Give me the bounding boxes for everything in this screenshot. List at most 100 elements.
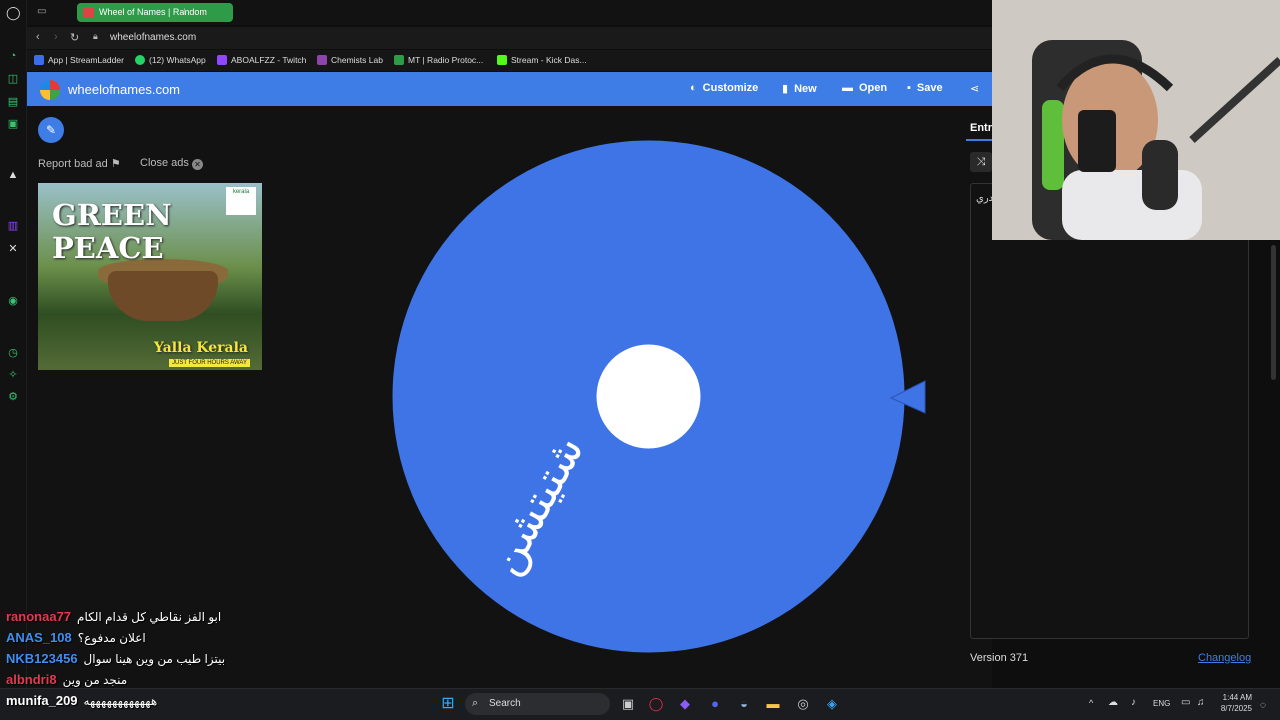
wallet-icon[interactable]: ▤ bbox=[6, 95, 20, 109]
taskbar-search[interactable] bbox=[465, 693, 610, 715]
new-button[interactable]: ▮ New bbox=[782, 82, 817, 95]
search-icon: ⌕ bbox=[472, 697, 479, 709]
task-view-icon[interactable]: ▣ bbox=[619, 695, 637, 713]
shuffle-button[interactable]: ⤨ bbox=[970, 152, 992, 172]
entries-text: دري bbox=[976, 193, 994, 204]
open-button[interactable]: ▬ Open bbox=[842, 82, 887, 94]
chat-message: NKB123456 بيتزا طيب من وين هينا سوال bbox=[6, 651, 226, 666]
chat-message: albndri8 منجد من وين bbox=[6, 672, 128, 687]
app-diamond-icon[interactable]: ◆ bbox=[676, 695, 694, 713]
windows-taskbar bbox=[0, 688, 1280, 720]
chat-message: ranonaa77 ابو الفز نقاطي كل قدام الكام bbox=[6, 609, 222, 624]
windows-start-icon[interactable]: ⊞ bbox=[439, 695, 457, 713]
lock-icon: 🔒︎ bbox=[93, 31, 98, 41]
discord-icon[interactable]: ● bbox=[706, 695, 724, 713]
ad-badge: kerala bbox=[226, 187, 256, 215]
extensions-icon[interactable]: ✧ bbox=[6, 368, 20, 382]
chat-message: ANAS_108 اعلان مدفوع؟ bbox=[6, 630, 146, 645]
onedrive-icon[interactable]: ☁ bbox=[1108, 697, 1118, 708]
opera-taskbar-icon[interactable]: ◯ bbox=[647, 695, 665, 713]
folder-icon: ▬ bbox=[842, 82, 853, 94]
wheel-pointer bbox=[889, 380, 926, 414]
twitch-icon bbox=[217, 55, 227, 65]
wheel-center[interactable] bbox=[596, 344, 701, 449]
steam-icon[interactable]: ◒ bbox=[735, 695, 753, 713]
microphone bbox=[1142, 140, 1178, 210]
close-ads-link[interactable]: Close ads ✕ bbox=[140, 157, 203, 170]
taskbar-search-text: Search bbox=[489, 698, 521, 709]
file-icon: ▮ bbox=[782, 83, 789, 95]
bookmark-streamladder[interactable]: App | StreamLadder bbox=[34, 55, 124, 65]
edit-pencil-button[interactable]: ✎ bbox=[38, 117, 64, 143]
aria-icon[interactable]: ◔ bbox=[6, 49, 20, 63]
flag-icon: ⚑ bbox=[110, 158, 121, 170]
ad-headline: GREEN PEACE bbox=[52, 198, 172, 265]
advertisement[interactable]: GREEN PEACE kerala Yalla Kerala JUST FOU… bbox=[38, 183, 262, 370]
chat-message: munifa_209 ههههههههههههه bbox=[6, 693, 158, 708]
kick-icon bbox=[497, 55, 507, 65]
tab-wheel-of-names[interactable]: Wheel of Names | Random bbox=[77, 3, 233, 22]
tab-menu-icon[interactable]: ▭ bbox=[37, 6, 46, 17]
changelog-link[interactable]: Changelog bbox=[1198, 652, 1251, 664]
twitch-icon[interactable]: ▥ bbox=[6, 219, 20, 233]
entries-textarea[interactable] bbox=[970, 183, 1249, 639]
close-circle-icon: ✕ bbox=[191, 159, 203, 170]
whatsapp-icon bbox=[135, 55, 145, 65]
shuffle-icon: ⤨ bbox=[976, 156, 986, 168]
site-title[interactable]: wheelofnames.com bbox=[68, 82, 180, 97]
streamladder-icon bbox=[34, 55, 44, 65]
pencil-icon: ✎ bbox=[45, 123, 57, 137]
arrow-up-icon[interactable]: ▲ bbox=[6, 168, 20, 182]
report-bad-ad-link[interactable]: Report bad ad ⚑ bbox=[38, 157, 121, 170]
bookmark-radio-protocol[interactable]: MT | Radio Protoc... bbox=[394, 55, 483, 65]
tab-favicon-icon bbox=[83, 7, 94, 18]
reload-icon[interactable]: ↻ bbox=[70, 31, 79, 44]
microphone-icon[interactable]: ♪ bbox=[1131, 697, 1136, 708]
save-icon: ▪ bbox=[907, 82, 911, 94]
network-icon[interactable]: ▭ bbox=[1181, 697, 1190, 708]
url-field[interactable]: wheelofnames.com bbox=[110, 32, 196, 43]
x-icon[interactable]: ✕ bbox=[6, 242, 20, 256]
clock-time[interactable]: 1:44 AM bbox=[1220, 693, 1252, 702]
opera-logo-icon[interactable]: ◯ bbox=[6, 6, 21, 20]
notification-icon[interactable]: ◌ bbox=[1260, 700, 1266, 711]
browser-sidebar: ◯ ◔ ◫ ▤ ▣ ▲ ▥ ✕ ◉ ◷ ✧ ⚙ bbox=[0, 0, 27, 688]
player-icon[interactable]: ◉ bbox=[6, 294, 20, 308]
phone bbox=[1078, 110, 1116, 172]
clock-date[interactable]: 8/7/2025 bbox=[1216, 704, 1252, 713]
volume-icon[interactable]: ♫ bbox=[1197, 697, 1205, 708]
ad-subline: JUST FOUR HOURS AWAY bbox=[168, 359, 250, 367]
save-button[interactable]: ▪ Save bbox=[907, 82, 943, 94]
new-tab-button[interactable]: + bbox=[181, 4, 188, 18]
obs-icon[interactable]: ◎ bbox=[794, 695, 812, 713]
wheel-logo-icon[interactable] bbox=[40, 80, 60, 100]
bookmark-twitch[interactable]: ABOALFZZ - Twitch bbox=[217, 55, 306, 65]
wheel[interactable]: شتيتشن bbox=[392, 140, 905, 653]
webcam-overlay bbox=[992, 0, 1280, 240]
language-indicator[interactable]: ENG bbox=[1153, 699, 1170, 708]
bookmark-whatsapp[interactable]: (12) WhatsApp bbox=[135, 55, 206, 65]
share-icon: ⋖ bbox=[970, 83, 980, 95]
bookmark-kick[interactable]: Stream - Kick Das... bbox=[497, 55, 587, 65]
chat-icon[interactable]: ◫ bbox=[6, 72, 20, 86]
share-button[interactable]: ⋖ bbox=[970, 82, 985, 95]
tray-chevron-icon[interactable]: ^ bbox=[1089, 698, 1093, 708]
music-icon[interactable]: ▣ bbox=[6, 117, 20, 131]
palette-icon: ◐ bbox=[690, 82, 697, 94]
panel-scrollbar[interactable] bbox=[1271, 245, 1276, 380]
app-blue-icon[interactable]: ◈ bbox=[823, 695, 841, 713]
person-shirt bbox=[1062, 170, 1202, 240]
customize-button[interactable]: ◐ Customize bbox=[690, 82, 758, 94]
flask-icon bbox=[317, 55, 327, 65]
settings-icon[interactable]: ⚙ bbox=[6, 390, 20, 404]
version-label: Version 371 bbox=[970, 652, 1029, 664]
houseboat-image bbox=[108, 271, 218, 321]
back-icon[interactable]: ‹ bbox=[36, 31, 40, 43]
forward-icon[interactable]: › bbox=[54, 31, 58, 43]
bookmark-chemists-lab[interactable]: Chemists Lab bbox=[317, 55, 383, 65]
chair-green-panel bbox=[1042, 100, 1064, 190]
tab-title: Wheel of Names | Random bbox=[99, 7, 207, 17]
file-explorer-icon[interactable]: ▬ bbox=[764, 695, 782, 713]
tab-strip: ▭ Wheel of Names | Random + bbox=[27, 0, 992, 25]
history-icon[interactable]: ◷ bbox=[6, 346, 20, 360]
